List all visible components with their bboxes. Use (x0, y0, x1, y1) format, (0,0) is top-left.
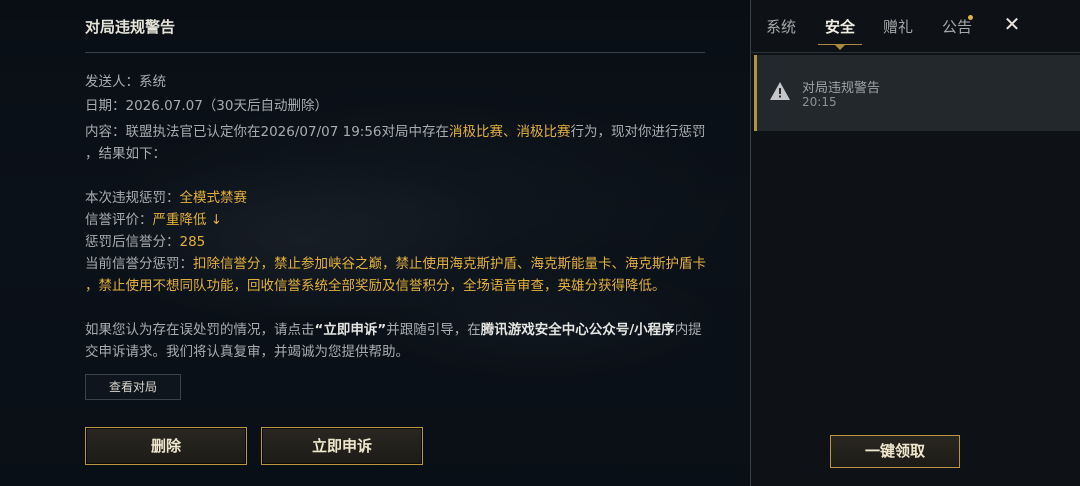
appeal-button-ref: “立即申诉” (314, 322, 387, 338)
score-row: 惩罚后信誉分：285 (85, 230, 205, 250)
penalty-value: 全模式禁赛 (179, 190, 248, 206)
tab-system[interactable]: 系统 (766, 16, 796, 37)
appeal-line1: 如果您认为存在误处罚的情况，请点击“立即申诉”并跟随引导，在腾讯游戏安全中心公众… (85, 318, 702, 338)
mail-item-time: 20:15 (802, 95, 837, 109)
tab-security[interactable]: 安全 (825, 16, 855, 37)
mail-sender: 发送人：系统 (85, 74, 166, 90)
score-value: 285 (179, 234, 206, 250)
content-text: 内容：联盟执法官已认定你在2026/07/07 19:56对局中存在 (85, 124, 450, 140)
mail-item-title: 对局违规警告 (802, 81, 881, 96)
rating-label: 信誉评价： (85, 212, 153, 228)
title-divider (85, 52, 705, 53)
violation-type: 消极比赛 (516, 124, 571, 140)
mail-date: 日期：2026.07.07（30天后自动删除） (85, 98, 328, 114)
claim-all-button[interactable]: 一键领取 (830, 435, 960, 468)
delete-button[interactable]: 删除 (85, 427, 247, 465)
rating-value: 严重降低 ↓ (152, 212, 223, 228)
mail-title: 对局违规警告 (85, 18, 176, 36)
tabs-divider (750, 52, 1080, 53)
rating-row: 信誉评价：严重降低 ↓ (85, 208, 222, 228)
penalty-row: 本次违规惩罚：全模式禁赛 (85, 186, 247, 206)
active-tab-caret (834, 44, 846, 50)
close-icon[interactable]: ✕ (1001, 13, 1023, 35)
warning-icon (770, 82, 790, 100)
penalty-label: 本次违规惩罚： (85, 190, 180, 206)
view-match-button[interactable]: 查看对局 (85, 374, 181, 400)
appeal-button[interactable]: 立即申诉 (261, 427, 423, 465)
appeal-line2: 交申诉请求。我们将认真复审，并竭诚为您提供帮助。 (85, 344, 409, 360)
side-edge-mark (2, 222, 12, 262)
current-penalty-value: 扣除信誉分，禁止参加峡谷之巅，禁止使用海克斯护盾、海克斯能量卡、海克斯护盾卡 (193, 256, 706, 272)
violation-type: 消极比赛 (449, 124, 504, 140)
mail-content-line1: 内容：联盟执法官已认定你在2026/07/07 19:56对局中存在消极比赛、消… (85, 120, 706, 140)
violation-separator: 、 (503, 124, 517, 140)
mail-content-line2: ，结果如下： (85, 146, 166, 162)
tab-gifts[interactable]: 赠礼 (883, 16, 913, 37)
appeal-text: 内提 (674, 322, 702, 338)
score-label: 惩罚后信誉分： (85, 234, 180, 250)
appeal-text: 并跟随引导，在 (386, 322, 481, 338)
notification-dot (968, 15, 973, 20)
current-penalty-value-cont: ，禁止使用不想同队功能，回收信誉系统全部奖励及信誉积分，全场语音审查，英雄分获得… (85, 278, 666, 294)
tab-announcements[interactable]: 公告 (942, 16, 972, 37)
current-penalty-label: 当前信誉分惩罚： (85, 256, 193, 272)
security-center-ref: 腾讯游戏安全中心公众号/小程序 (480, 322, 675, 338)
appeal-text: 如果您认为存在误处罚的情况，请点击 (85, 322, 315, 338)
content-text: 行为，现对你进行惩罚 (570, 124, 706, 140)
current-penalty-row: 当前信誉分惩罚：扣除信誉分，禁止参加峡谷之巅，禁止使用海克斯护盾、海克斯能量卡、… (85, 252, 706, 272)
